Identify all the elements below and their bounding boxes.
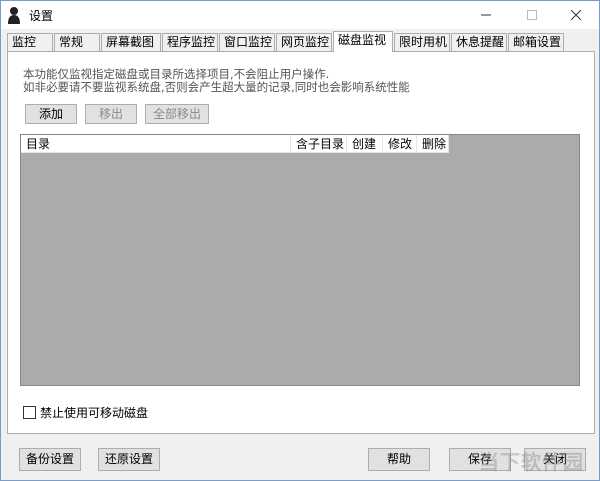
remove-all-button[interactable]: 全部移出	[145, 104, 209, 124]
window-title: 设置	[29, 9, 54, 23]
tab-time-limit[interactable]: 限时用机	[394, 33, 450, 51]
tab-rest-reminder[interactable]: 休息提醒	[451, 33, 507, 51]
list-header: 目录 含子目录 创建 修改 删除	[21, 135, 449, 153]
disable-removable-checkbox[interactable]	[23, 406, 36, 419]
settings-window: 设置 监控 常规 屏幕截图 程序监控 窗口监控 网页监控 磁盘监视 限时用机 休…	[0, 0, 600, 481]
directory-list[interactable]: 目录 含子目录 创建 修改 删除	[20, 134, 580, 386]
restore-settings-button[interactable]: 还原设置	[98, 448, 160, 471]
tab-general[interactable]: 常规	[54, 33, 100, 51]
tab-monitor[interactable]: 监控	[7, 33, 53, 51]
person-icon	[8, 7, 20, 24]
close-window-button[interactable]	[553, 1, 599, 29]
disable-removable-disk-option[interactable]: 禁止使用可移动磁盘	[23, 404, 148, 421]
minimize-icon	[481, 14, 491, 16]
tab-window-monitor[interactable]: 窗口监控	[219, 33, 275, 51]
maximize-icon	[527, 10, 537, 20]
column-include-subdirs[interactable]: 含子目录	[291, 135, 347, 153]
column-delete[interactable]: 删除	[417, 135, 449, 153]
maximize-button[interactable]	[509, 1, 555, 29]
title-bar: 设置	[1, 1, 599, 29]
tab-screenshot[interactable]: 屏幕截图	[101, 33, 161, 51]
disable-removable-label: 禁止使用可移动磁盘	[40, 406, 149, 420]
tab-program-monitor[interactable]: 程序监控	[162, 33, 218, 51]
add-button[interactable]: 添加	[25, 104, 77, 124]
column-modify[interactable]: 修改	[383, 135, 417, 153]
remove-button[interactable]: 移出	[85, 104, 137, 124]
minimize-button[interactable]	[463, 1, 509, 29]
column-directory[interactable]: 目录	[21, 135, 291, 153]
tab-disk-monitor[interactable]: 磁盘监视	[333, 31, 393, 52]
tab-web-monitor[interactable]: 网页监控	[276, 33, 332, 51]
watermark: 当下软件园	[479, 450, 584, 474]
help-button[interactable]: 帮助	[368, 448, 430, 471]
tab-email-settings[interactable]: 邮箱设置	[508, 33, 564, 51]
description-line-2: 如非必要请不要监视系统盘,否则会产生超大量的记录,同时也会影响系统性能	[23, 80, 410, 94]
close-icon	[571, 10, 581, 20]
column-create[interactable]: 创建	[347, 135, 383, 153]
backup-settings-button[interactable]: 备份设置	[19, 448, 81, 471]
